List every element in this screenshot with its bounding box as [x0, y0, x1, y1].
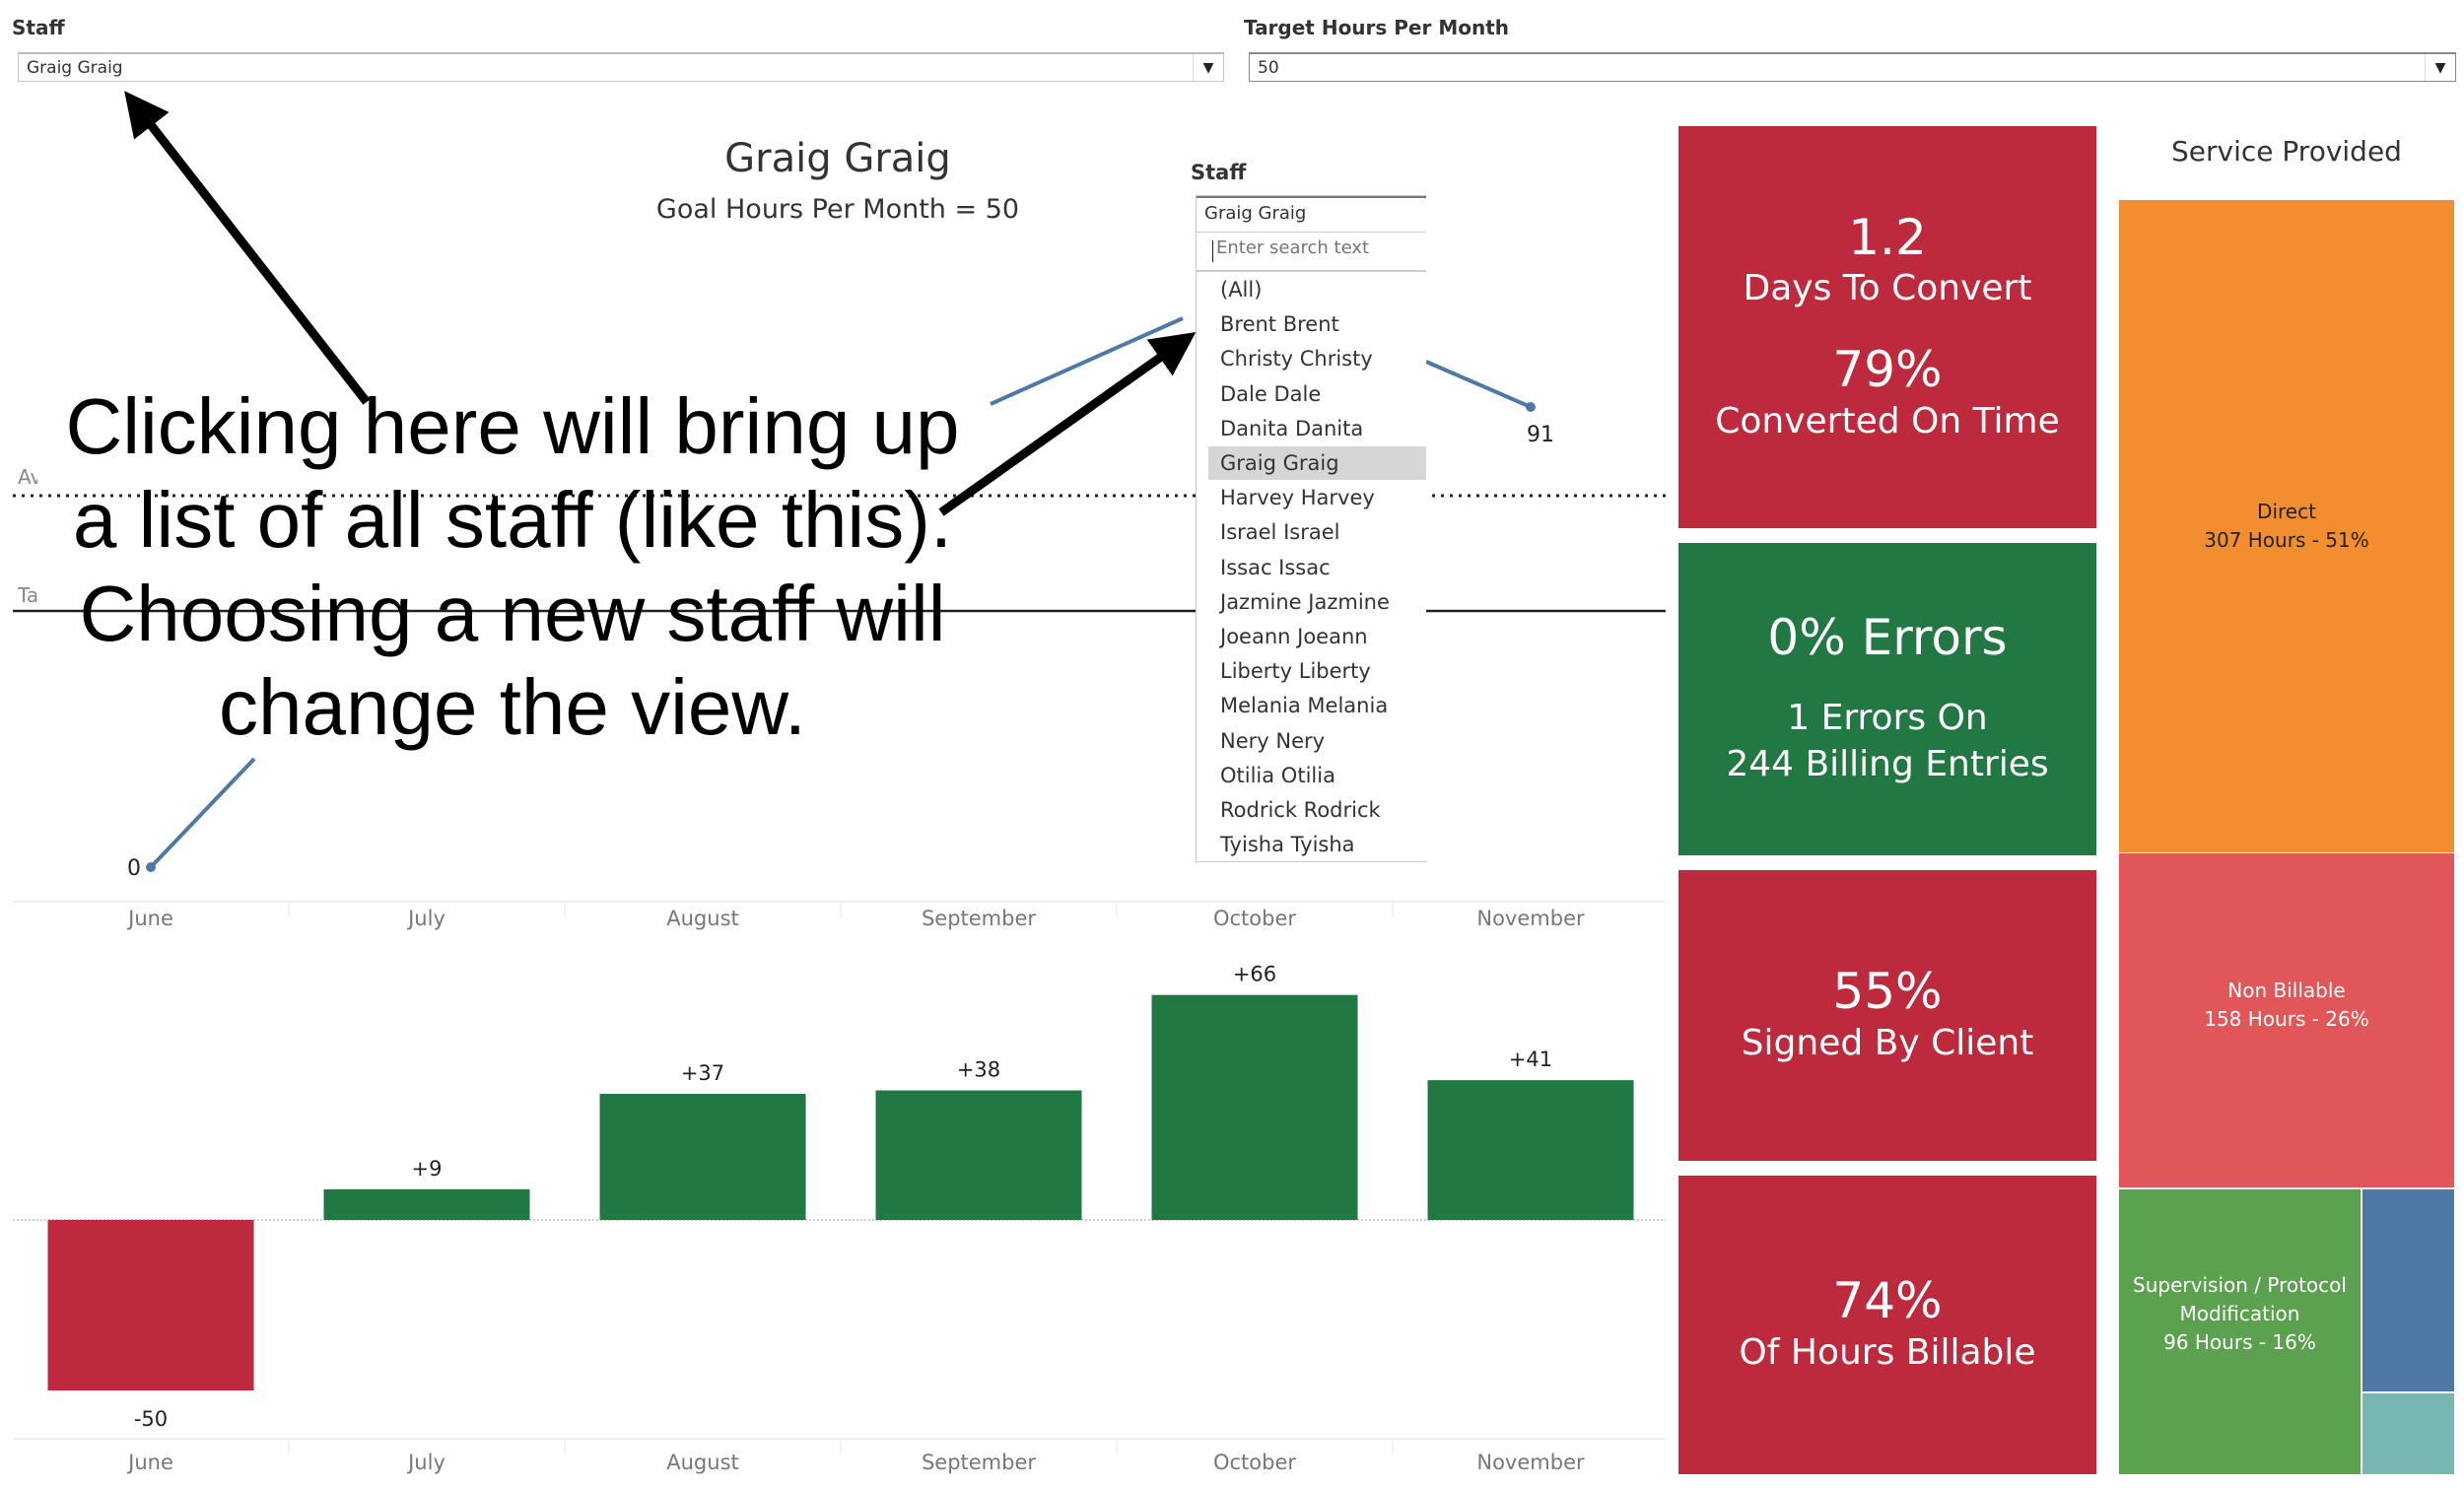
annotation-line: Clicking here will bring up: [65, 382, 960, 470]
arrow-to-staff-dropdown: [124, 91, 371, 405]
annotation-line: a list of all staff (like this).: [72, 476, 953, 564]
annotation-callout: Clicking here will bring up a list of all…: [20, 379, 1005, 754]
annotation-line: change the view.: [219, 663, 806, 751]
annotation-line: Choosing a new staff will: [79, 570, 946, 657]
